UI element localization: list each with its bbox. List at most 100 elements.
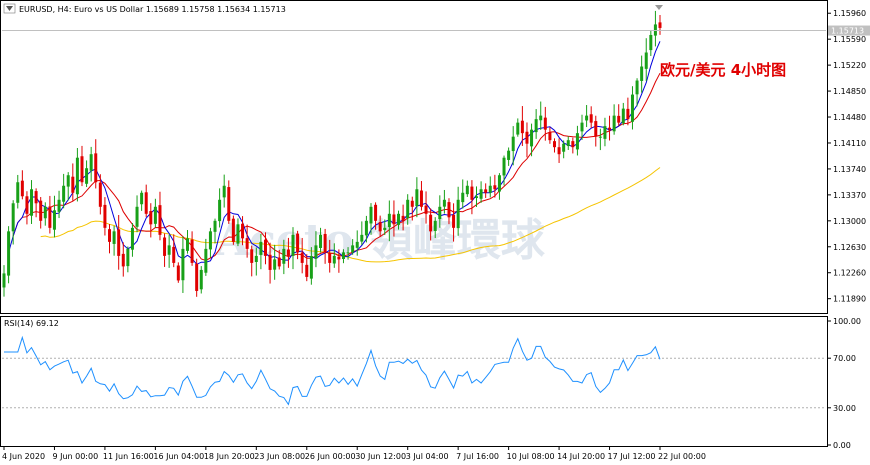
candle-body: [263, 239, 267, 256]
x-tick-label: 11 Jun 16:00: [103, 452, 154, 461]
candle-body: [644, 52, 648, 69]
candle-body: [241, 223, 245, 239]
candle-body: [282, 248, 286, 264]
candle-body: [387, 213, 391, 228]
candle-body: [39, 200, 43, 221]
candle-body: [346, 252, 350, 254]
candle-body: [383, 227, 387, 231]
candle-body: [135, 206, 139, 227]
candle-body: [195, 263, 199, 291]
candle-body: [144, 192, 148, 214]
candle-body: [580, 122, 584, 132]
candle-body: [332, 255, 336, 264]
candle-body: [479, 189, 483, 199]
candle-body: [126, 248, 130, 267]
candle-body: [369, 206, 373, 224]
x-tick-label: 22 Jul 00:00: [658, 452, 706, 461]
y-tick-label: 1.11890: [833, 295, 866, 304]
candle-body: [250, 249, 254, 263]
candle-body: [470, 186, 474, 200]
candle-body: [291, 234, 295, 256]
y-tick-label: 1.14110: [833, 139, 866, 148]
x-tick-label: 30 Jun 12:00: [355, 452, 406, 461]
candle-body: [163, 237, 167, 256]
candle-body: [452, 214, 456, 228]
candle-body: [442, 199, 446, 207]
candle-body: [11, 203, 15, 232]
candle-body: [259, 241, 263, 255]
candle-body: [75, 157, 79, 195]
y-tick-label: 1.15220: [833, 61, 866, 70]
candle-body: [543, 117, 547, 130]
candle-body: [167, 245, 171, 255]
candle-body: [653, 24, 657, 36]
candle-body: [2, 273, 6, 288]
candle-body: [447, 202, 451, 218]
candle-body: [640, 66, 644, 81]
candle-body: [374, 204, 378, 221]
rsi-tick-label: 30.00: [833, 404, 856, 413]
x-tick-label: 9 Jun 00:00: [52, 452, 98, 461]
rsi-label: RSI(14) 69.12: [4, 319, 59, 328]
candle-body: [456, 199, 460, 229]
candle-body: [658, 22, 662, 28]
candle-body: [121, 253, 125, 267]
x-tick-label: 3 Jul 04:00: [406, 452, 449, 461]
candle-body: [57, 199, 61, 212]
candle-body: [181, 248, 185, 281]
candle-body: [429, 214, 433, 232]
candle-body: [176, 265, 180, 281]
candle-body: [204, 248, 208, 273]
candle-body: [172, 246, 176, 263]
candle-body: [571, 141, 575, 148]
candle-body: [7, 231, 11, 276]
candle-body: [112, 231, 116, 244]
x-tick-label: 4 Jun 2020: [2, 452, 45, 461]
candle-body: [355, 241, 359, 248]
candle-body: [401, 215, 405, 221]
candle-body: [511, 136, 515, 152]
candle-body: [309, 255, 313, 279]
rsi-tick-label: 70.00: [833, 354, 856, 363]
candle-body: [635, 80, 639, 95]
candle-body: [305, 264, 309, 277]
candle-body: [507, 150, 511, 160]
candle-body: [236, 224, 240, 244]
candle-body: [552, 141, 556, 148]
candle-body: [351, 245, 355, 253]
candle-body: [108, 229, 112, 242]
candle-body: [649, 34, 653, 51]
candle-body: [594, 121, 598, 137]
candle-body: [419, 190, 423, 207]
symbol-header: EURUSD, H4: Euro vs US Dollar 1.15689 1.…: [3, 3, 286, 14]
candle-body: [520, 120, 524, 134]
candle-body: [103, 204, 107, 228]
candle-body: [273, 259, 277, 270]
candle-body: [488, 185, 492, 193]
candle-body: [566, 140, 570, 147]
y-tick-label: 1.14480: [833, 113, 866, 122]
candle-body: [621, 108, 625, 124]
y-tick-label: 1.12260: [833, 269, 866, 278]
candle-body: [530, 129, 534, 147]
x-tick-label: 10 Jul 08:00: [507, 452, 555, 461]
candle-body: [296, 233, 300, 253]
candle-body: [589, 114, 593, 123]
candle-body: [268, 254, 272, 270]
candle-body: [25, 196, 29, 214]
x-tick-label: 18 Jun 20:00: [204, 452, 255, 461]
candle-body: [94, 153, 98, 183]
candle-body: [80, 156, 84, 183]
rsi-tick-label: 0.00: [833, 441, 851, 450]
candle-body: [245, 238, 249, 249]
candle-body: [117, 229, 121, 256]
candle-body: [562, 143, 566, 152]
candle-body: [475, 196, 479, 199]
candle-body: [424, 205, 428, 214]
candle-body: [222, 185, 226, 198]
candle-body: [337, 256, 341, 260]
candle-body: [612, 115, 616, 132]
candle-body: [433, 220, 437, 231]
x-tick-label: 16 Jun 04:00: [153, 452, 204, 461]
candle-body: [300, 252, 304, 263]
